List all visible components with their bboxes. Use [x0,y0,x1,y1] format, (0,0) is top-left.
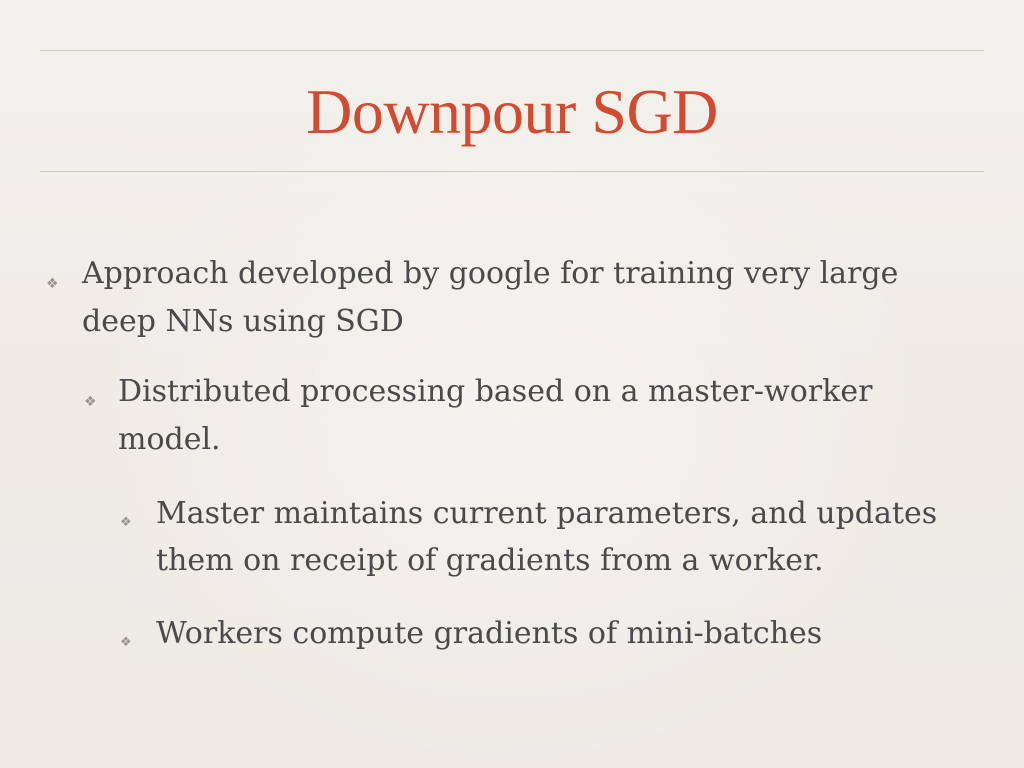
bullet-diamond-icon: ❖ [84,394,97,410]
bullet-text: Master maintains current parameters, and… [156,496,938,578]
bullet-diamond-icon: ❖ [120,635,132,650]
bullet-level-3: ❖ Workers compute gradients of mini-batc… [116,610,996,657]
bullet-text: Distributed processing based on a master… [118,374,873,457]
title-top-rule [40,50,984,51]
bullet-level-3: ❖ Master maintains current parameters, a… [116,490,996,584]
bullet-level-1: ❖ Approach developed by google for train… [40,250,980,346]
slide: Downpour SGD ❖ Approach developed by goo… [0,0,1024,768]
title-bottom-rule [40,171,984,172]
bullet-diamond-icon: ❖ [120,515,132,530]
slide-title: Downpour SGD [306,76,718,147]
bullet-level-2: ❖ Distributed processing based on a mast… [78,368,978,464]
bullet-text: Workers compute gradients of mini-batche… [156,616,823,651]
bullet-text: Approach developed by google for trainin… [82,256,899,339]
bullet-diamond-icon: ❖ [46,276,59,292]
